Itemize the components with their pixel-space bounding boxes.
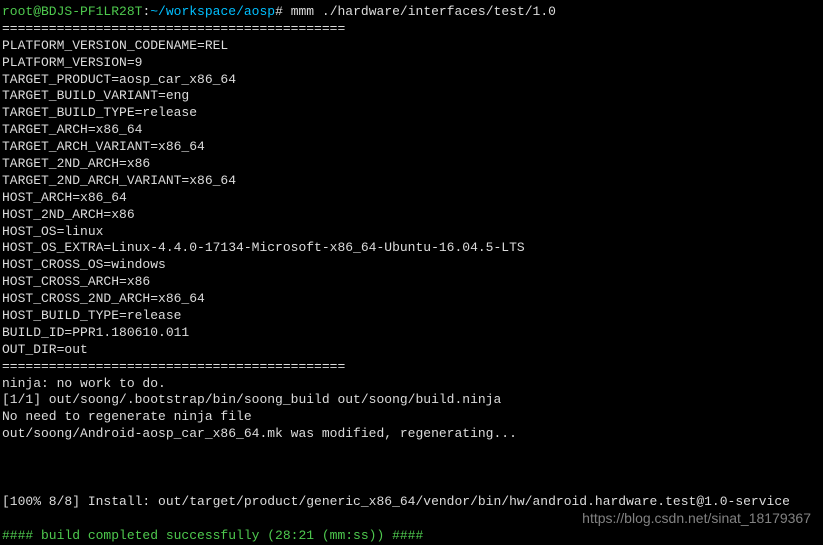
command-text	[283, 4, 291, 19]
build-var-line: HOST_CROSS_OS=windows	[2, 257, 821, 274]
build-var-line: PLATFORM_VERSION=9	[2, 55, 821, 72]
build-var-line: BUILD_ID=PPR1.180610.011	[2, 325, 821, 342]
build-var-line: HOST_ARCH=x86_64	[2, 190, 821, 207]
prompt-user-host: root@BDJS-PF1LR28T	[2, 4, 142, 19]
build-vars-block: PLATFORM_VERSION_CODENAME=RELPLATFORM_VE…	[2, 38, 821, 359]
ninja-line: out/soong/Android-aosp_car_x86_64.mk was…	[2, 426, 821, 443]
build-var-line: TARGET_ARCH=x86_64	[2, 122, 821, 139]
build-var-line: TARGET_2ND_ARCH_VARIANT=x86_64	[2, 173, 821, 190]
build-var-line: HOST_OS=linux	[2, 224, 821, 241]
build-var-line: TARGET_BUILD_TYPE=release	[2, 105, 821, 122]
watermark: https://blog.csdn.net/sinat_18179367	[582, 509, 811, 527]
ninja-output-block: ninja: no work to do.[1/1] out/soong/.bo…	[2, 376, 821, 444]
build-var-line: HOST_CROSS_2ND_ARCH=x86_64	[2, 291, 821, 308]
build-var-line: OUT_DIR=out	[2, 342, 821, 359]
build-var-line: HOST_CROSS_ARCH=x86	[2, 274, 821, 291]
build-var-line: PLATFORM_VERSION_CODENAME=REL	[2, 38, 821, 55]
ninja-line: [1/1] out/soong/.bootstrap/bin/soong_bui…	[2, 392, 821, 409]
build-var-line: TARGET_ARCH_VARIANT=x86_64	[2, 139, 821, 156]
build-var-line: HOST_OS_EXTRA=Linux-4.4.0-17134-Microsof…	[2, 240, 821, 257]
build-var-line: TARGET_BUILD_VARIANT=eng	[2, 88, 821, 105]
build-var-line: HOST_2ND_ARCH=x86	[2, 207, 821, 224]
ninja-line: ninja: no work to do.	[2, 376, 821, 393]
prompt-path: ~/workspace/aosp	[150, 4, 275, 19]
success-line: #### build completed successfully (28:21…	[2, 528, 821, 545]
build-var-line: HOST_BUILD_TYPE=release	[2, 308, 821, 325]
build-var-line: TARGET_2ND_ARCH=x86	[2, 156, 821, 173]
command: mmm ./hardware/interfaces/test/1.0	[291, 4, 556, 19]
prompt-sep2: #	[275, 4, 283, 19]
separator-bottom: ========================================…	[2, 359, 821, 376]
build-var-line: TARGET_PRODUCT=aosp_car_x86_64	[2, 72, 821, 89]
ninja-line: No need to regenerate ninja file	[2, 409, 821, 426]
separator-top: ========================================…	[2, 21, 821, 38]
prompt-line[interactable]: root@BDJS-PF1LR28T:~/workspace/aosp# mmm…	[2, 4, 821, 21]
